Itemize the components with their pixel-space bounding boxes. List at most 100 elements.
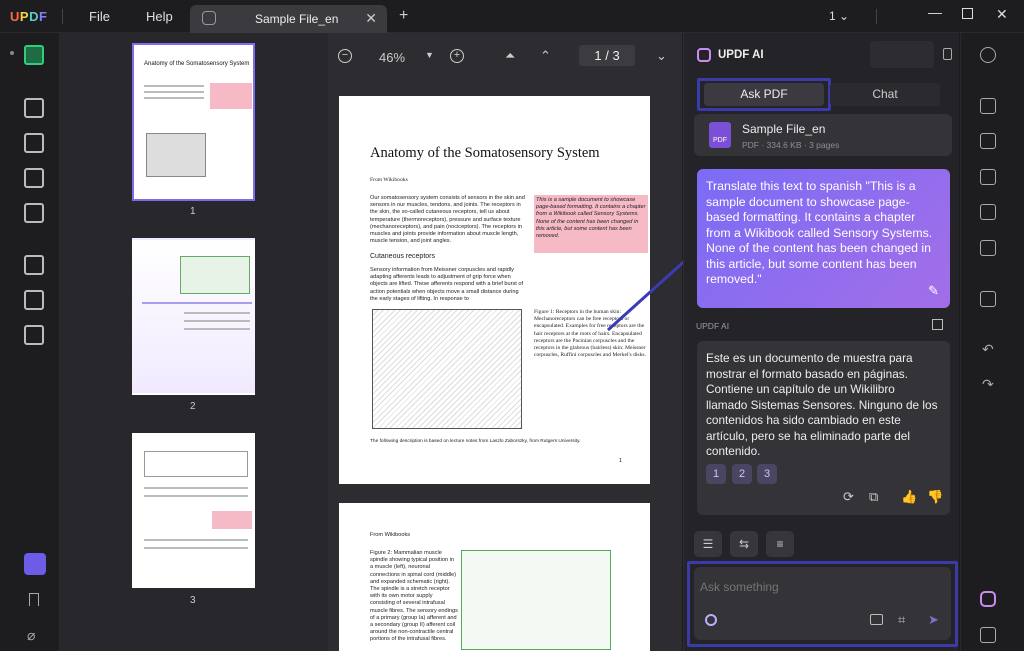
citation-3[interactable]: 3 bbox=[757, 464, 777, 484]
redo-icon[interactable]: ↷ bbox=[982, 376, 994, 393]
thumbnail-number: 2 bbox=[190, 401, 196, 412]
divider bbox=[876, 9, 877, 24]
attachment-icon[interactable]: ⌀ bbox=[27, 627, 35, 644]
zoom-out-icon[interactable]: − bbox=[338, 49, 352, 63]
lock-icon[interactable] bbox=[943, 48, 952, 60]
edit-message-icon[interactable]: ✎ bbox=[928, 283, 939, 299]
close-tab-icon[interactable]: ✕ bbox=[365, 10, 377, 27]
comment-icon[interactable] bbox=[24, 98, 44, 118]
bookmark-icon[interactable] bbox=[29, 593, 39, 606]
lightbulb-icon[interactable] bbox=[705, 614, 717, 626]
edit-icon[interactable] bbox=[24, 133, 44, 153]
updf-ai-logo-icon bbox=[697, 48, 711, 62]
prev-page-icon[interactable]: ⌃ bbox=[540, 48, 551, 64]
document-page-2: From Wikibooks Figure 2: Mammalian muscl… bbox=[339, 503, 650, 651]
thumbnail-page-3[interactable] bbox=[132, 433, 255, 588]
file-name: Sample File_en bbox=[742, 122, 826, 136]
logo-letter: D bbox=[29, 9, 39, 24]
copy-icon[interactable]: ⧉ bbox=[869, 489, 878, 505]
footnote: The following description is based on le… bbox=[370, 439, 581, 444]
open-external-icon[interactable] bbox=[932, 319, 943, 330]
logo-letter: P bbox=[19, 9, 30, 24]
first-page-icon[interactable]: ⏶ bbox=[505, 48, 515, 64]
skin-figure bbox=[372, 309, 522, 429]
screenshot-icon[interactable]: ⌗ bbox=[898, 612, 905, 628]
tab-chat[interactable]: Chat bbox=[830, 83, 940, 106]
thumbnail-number: 3 bbox=[190, 595, 196, 606]
regenerate-icon[interactable]: ⟳ bbox=[843, 489, 854, 505]
muscle-spindle-figure bbox=[461, 550, 611, 650]
page-current: 1 bbox=[594, 48, 602, 63]
title-bar: UPDF File Help Sample File_en ✕ + 1 ⌄ — … bbox=[0, 0, 1024, 33]
send-icon[interactable]: ➤ bbox=[928, 612, 939, 628]
protect-icon[interactable] bbox=[24, 325, 44, 345]
ai-response-label: UPDF AI bbox=[696, 321, 730, 331]
next-page-icon[interactable]: ⌄ bbox=[656, 48, 667, 64]
reader-icon[interactable] bbox=[24, 45, 44, 65]
section-heading: Cutaneous receptors bbox=[370, 253, 435, 260]
zoom-level[interactable]: 46% bbox=[379, 50, 405, 65]
document-tab[interactable]: Sample File_en ✕ bbox=[190, 5, 387, 33]
page-number: 1 bbox=[619, 458, 623, 464]
undo-icon[interactable]: ↶ bbox=[982, 341, 994, 358]
image-upload-icon[interactable] bbox=[870, 614, 883, 625]
form-icon[interactable] bbox=[24, 203, 44, 223]
minimize-icon[interactable]: — bbox=[928, 4, 942, 20]
section-text: Sensory information from Meissner corpus… bbox=[370, 267, 524, 302]
dot-icon bbox=[10, 51, 14, 55]
zoom-in-icon[interactable]: + bbox=[450, 49, 464, 63]
thumbnail-page-1[interactable]: Anatomy of the Somatosensory System bbox=[132, 43, 255, 201]
ai-response-text: Este es un documento de muestra para mos… bbox=[706, 351, 938, 458]
thumbnail-title: Anatomy of the Somatosensory System bbox=[144, 61, 250, 67]
window-count[interactable]: 1 ⌄ bbox=[829, 9, 849, 23]
divider bbox=[62, 9, 63, 24]
document-source: From Wikibooks bbox=[370, 532, 411, 538]
translate-icon[interactable]: ⇆ bbox=[730, 531, 758, 557]
updf-logo: UPDF bbox=[10, 9, 47, 24]
tab-edit-icon bbox=[202, 11, 216, 25]
logo-letter: U bbox=[10, 9, 20, 24]
ocr-icon[interactable] bbox=[980, 98, 996, 114]
updf-ai-icon[interactable] bbox=[980, 591, 996, 607]
chevron-down-icon: ⌄ bbox=[839, 9, 850, 23]
citation-2[interactable]: 2 bbox=[732, 464, 752, 484]
pdf-file-icon: PDF bbox=[709, 122, 731, 148]
email-icon[interactable] bbox=[980, 240, 996, 256]
crop-icon[interactable] bbox=[24, 290, 44, 310]
menu-file[interactable]: File bbox=[89, 9, 110, 24]
user-message-text: Translate this text to spanish "This is … bbox=[706, 179, 933, 286]
share-icon[interactable] bbox=[980, 204, 996, 220]
thumbs-up-icon[interactable]: 👍 bbox=[901, 489, 917, 505]
list-icon[interactable]: ☰ bbox=[694, 531, 722, 557]
thumbnail-figure bbox=[180, 256, 250, 294]
new-tab-icon[interactable]: + bbox=[399, 7, 408, 25]
logo-letter: F bbox=[38, 9, 48, 24]
ask-input[interactable] bbox=[700, 577, 940, 597]
citation-1[interactable]: 1 bbox=[706, 464, 726, 484]
chat-icon[interactable] bbox=[980, 627, 996, 643]
maximize-icon[interactable] bbox=[962, 8, 973, 19]
close-window-icon[interactable]: ✕ bbox=[996, 6, 1008, 23]
thumbnail-page-2[interactable] bbox=[132, 238, 255, 395]
save-icon[interactable] bbox=[980, 291, 996, 307]
thumbnail-figure bbox=[146, 133, 206, 177]
protect-file-icon[interactable] bbox=[980, 169, 996, 185]
thumbnail-highlight bbox=[210, 83, 252, 109]
figure-2-caption: Figure 2: Mammalian muscle spindle showi… bbox=[370, 550, 458, 643]
zoom-dropdown-icon[interactable]: ▼ bbox=[425, 50, 434, 60]
thumbnail-table bbox=[144, 451, 248, 477]
search-icon[interactable] bbox=[980, 47, 996, 63]
tab-title: Sample File_en bbox=[255, 12, 339, 26]
organize-pages-icon[interactable] bbox=[24, 255, 44, 275]
summarize-icon[interactable]: ≡ bbox=[766, 531, 794, 557]
page-total: 3 bbox=[612, 48, 620, 63]
layers-icon[interactable] bbox=[24, 553, 46, 575]
thumbs-down-icon[interactable]: 👎 bbox=[927, 489, 943, 505]
convert-icon[interactable] bbox=[980, 133, 996, 149]
ai-credits-box bbox=[870, 41, 934, 68]
document-intro: Our somatosensory system consists of sen… bbox=[370, 195, 525, 245]
page-tools-icon[interactable] bbox=[24, 168, 44, 188]
page-number-input[interactable]: 1 / 3 bbox=[579, 45, 635, 66]
tab-ask-pdf[interactable]: Ask PDF bbox=[704, 83, 824, 106]
menu-help[interactable]: Help bbox=[146, 9, 173, 24]
